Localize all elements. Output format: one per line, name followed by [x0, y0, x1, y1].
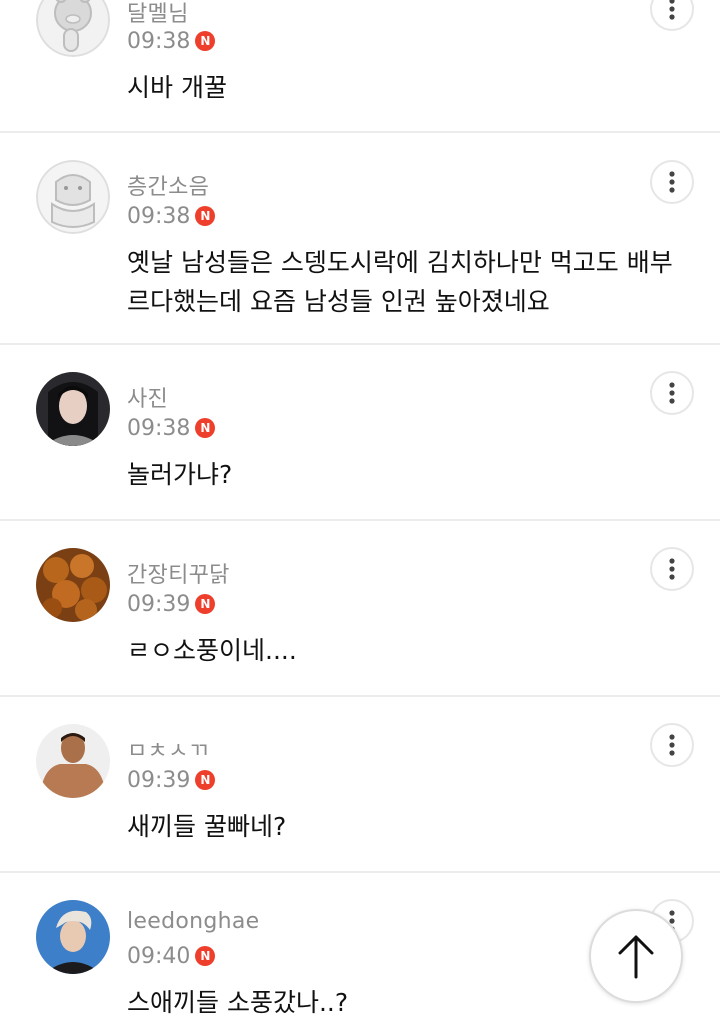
comment-meta: 09:40 N [127, 943, 216, 969]
more-options-button[interactable] [650, 547, 694, 591]
more-options-button[interactable] [650, 160, 694, 204]
comment-time: 09:39 [127, 591, 191, 617]
new-badge: N [195, 418, 216, 438]
comment-item: 층간소음 09:38 N 옛날 남성들은 스뎅도시락에 김치하나만 먹고도 배부… [0, 133, 720, 345]
comment-item: 달멜님 09:38 N 시바 개꿀 [0, 0, 720, 133]
fried-chicken-photo [36, 548, 110, 622]
comment-author[interactable]: 층간소음 [127, 169, 209, 201]
ryan-character-icon [36, 0, 110, 57]
more-vertical-icon [669, 171, 675, 193]
comment-item: ㅁㅊㅅㄲ 09:39 N 새끼들 꿀빠네? [0, 697, 720, 873]
portrait-photo [36, 372, 110, 446]
comment-text: ㄹㅇ소풍이네.... [127, 636, 297, 665]
comment-text: 시바 개꿀 [127, 73, 227, 102]
comment-time: 09:40 [127, 943, 191, 969]
comment-time: 09:39 [127, 767, 191, 793]
comment-time: 09:38 [127, 415, 191, 441]
new-badge: N [195, 206, 216, 226]
avatar[interactable] [36, 724, 110, 798]
more-vertical-icon [669, 0, 675, 20]
comment-meta: 09:38 N [127, 415, 216, 441]
comment-author[interactable]: 사진 [127, 381, 168, 413]
more-options-button[interactable] [650, 371, 694, 415]
new-badge: N [195, 594, 216, 614]
avatar[interactable] [36, 900, 110, 974]
comment-text: 놀러가냐? [127, 460, 233, 489]
scroll-to-top-button[interactable] [589, 909, 683, 1003]
comment-meta: 09:38 N [127, 28, 216, 54]
comment-author[interactable]: ㅁㅊㅅㄲ [127, 733, 209, 765]
comment-author[interactable]: 간장티꾸닭 [127, 557, 230, 589]
comment-text: 옛날 남성들은 스뎅도시락에 김치하나만 먹고도 배부르다했는데 요즘 남성들 … [127, 248, 673, 316]
new-badge: N [195, 770, 216, 790]
avatar[interactable] [36, 0, 110, 57]
ryan-character-icon [36, 160, 110, 234]
avatar[interactable] [36, 160, 110, 234]
portrait-photo [36, 724, 110, 798]
comment-author[interactable]: leedonghae [127, 909, 259, 934]
avatar[interactable] [36, 372, 110, 446]
comment-time: 09:38 [127, 203, 191, 229]
portrait-photo [36, 900, 110, 974]
comment-item: 간장티꾸닭 09:39 N ㄹㅇ소풍이네.... [0, 521, 720, 697]
more-options-button[interactable] [650, 0, 694, 31]
new-badge: N [195, 946, 216, 966]
more-options-button[interactable] [650, 723, 694, 767]
new-badge: N [195, 31, 216, 51]
comment-meta: 09:38 N [127, 203, 216, 229]
comment-time: 09:38 [127, 28, 191, 54]
more-vertical-icon [669, 558, 675, 580]
comment-text: 새끼들 꿀빠네? [127, 812, 287, 841]
comment-item: 사진 09:38 N 놀러가냐? [0, 345, 720, 521]
comment-meta: 09:39 N [127, 767, 216, 793]
comment-author[interactable]: 달멜님 [127, 0, 189, 28]
comment-meta: 09:39 N [127, 591, 216, 617]
more-vertical-icon [669, 734, 675, 756]
avatar[interactable] [36, 548, 110, 622]
arrow-up-icon [618, 935, 654, 979]
more-vertical-icon [669, 382, 675, 404]
